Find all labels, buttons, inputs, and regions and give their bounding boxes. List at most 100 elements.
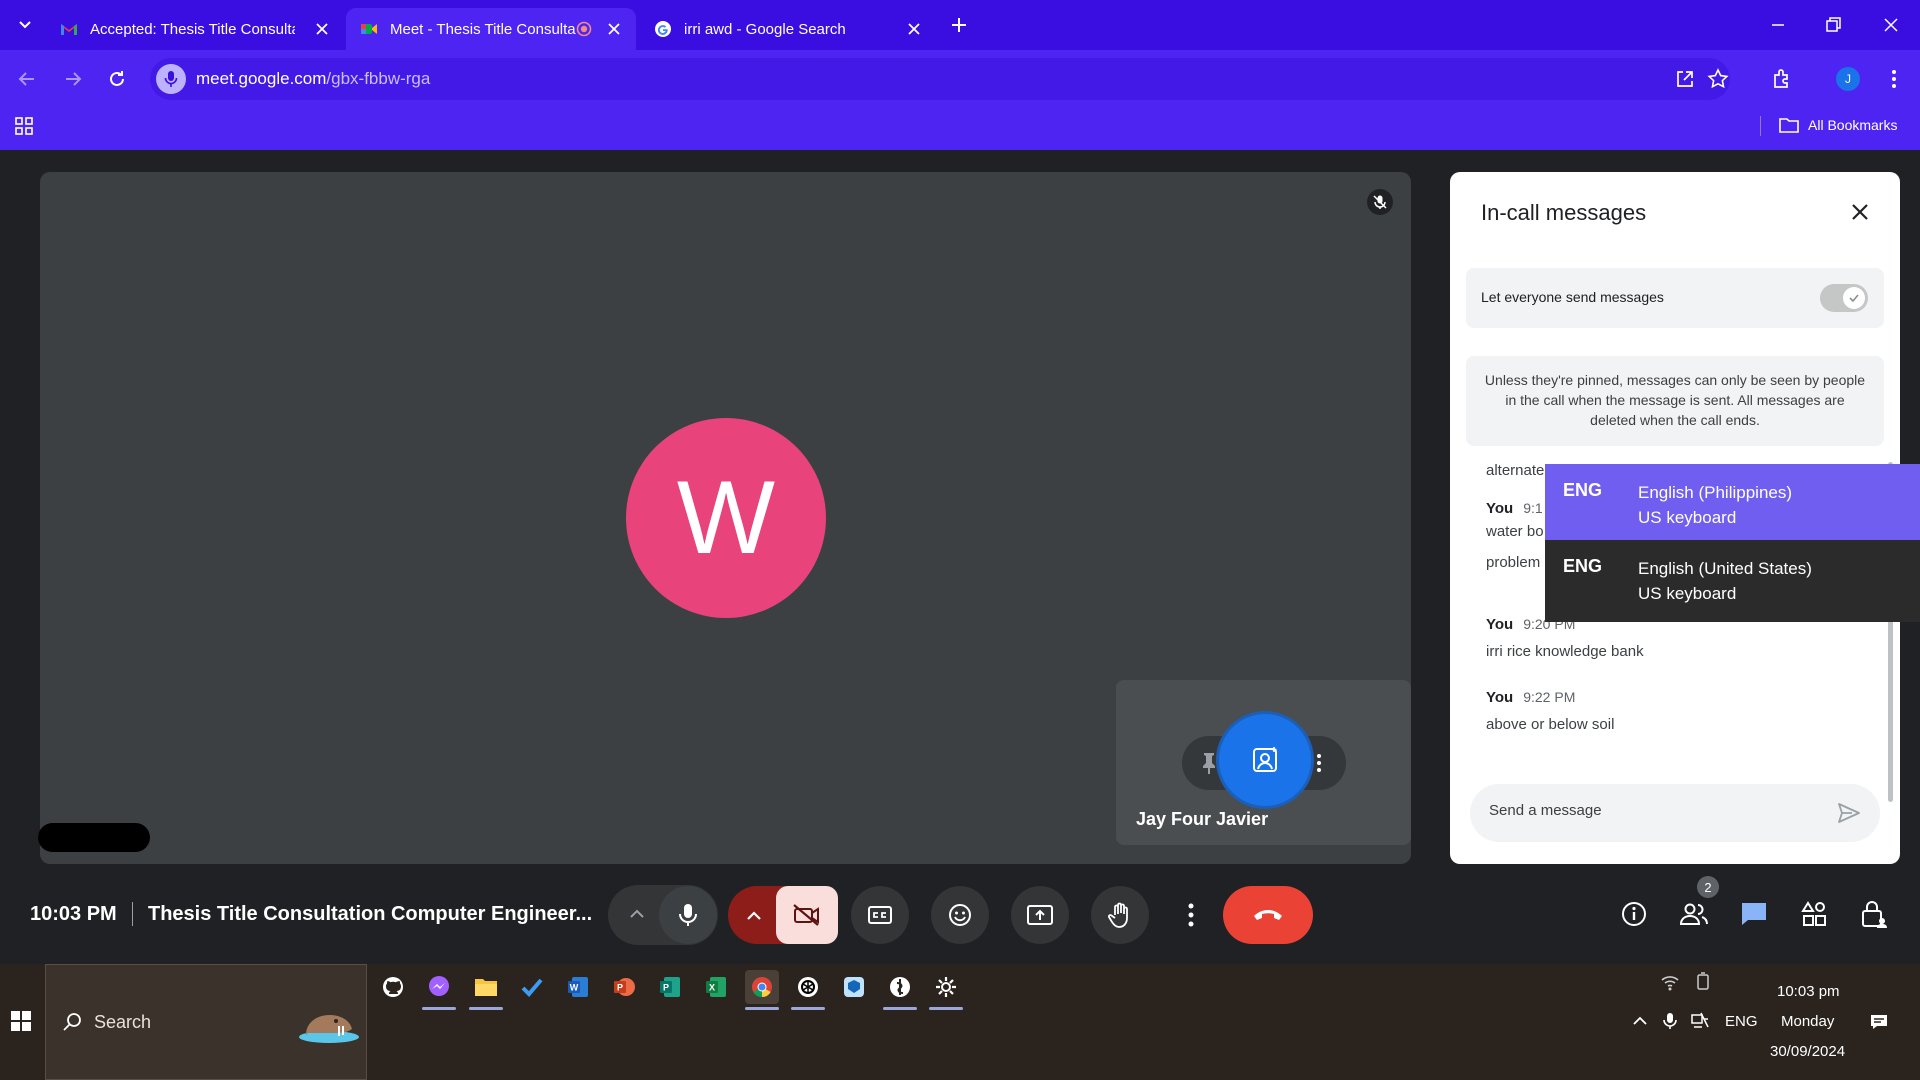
close-icon[interactable] xyxy=(1846,198,1874,226)
more-options-button[interactable] xyxy=(1176,898,1206,932)
tray-time[interactable]: 10:03 pm xyxy=(1777,983,1840,1000)
reactions-button[interactable] xyxy=(931,886,989,944)
github-icon xyxy=(383,977,403,997)
raise-hand-button[interactable] xyxy=(1091,886,1149,944)
people-button[interactable] xyxy=(1677,897,1711,931)
language-option[interactable]: ENG English (Philippines) US keyboard xyxy=(1545,464,1920,540)
chatgpt-icon xyxy=(798,977,818,997)
title-divider xyxy=(132,902,133,926)
pin-icon[interactable] xyxy=(1196,750,1222,776)
captions-button[interactable] xyxy=(851,886,909,944)
message-sender: You xyxy=(1486,689,1514,706)
activities-button[interactable] xyxy=(1797,897,1831,931)
taskbar-app-github[interactable] xyxy=(376,970,410,1004)
close-tab-icon[interactable] xyxy=(606,21,622,37)
captions-icon xyxy=(868,906,892,924)
bookmark-star-icon[interactable] xyxy=(1707,68,1729,90)
bookmarks-bar xyxy=(0,108,1920,150)
taskbar-search-box[interactable]: Search xyxy=(45,964,367,1080)
send-icon[interactable] xyxy=(1836,800,1862,826)
close-tab-icon[interactable] xyxy=(906,21,922,37)
close-window-icon[interactable] xyxy=(1880,14,1902,36)
show-hidden-icons-icon[interactable] xyxy=(1630,1011,1650,1031)
wifi-icon[interactable] xyxy=(1660,972,1680,992)
chrome-icon xyxy=(752,977,772,998)
network-icon[interactable] xyxy=(1690,1011,1710,1031)
bookmarks-divider xyxy=(1760,116,1761,136)
frame-yourself-button[interactable] xyxy=(1219,714,1311,806)
language-option[interactable]: ENG English (United States) US keyboard xyxy=(1545,540,1920,616)
lock-person-icon xyxy=(1862,901,1887,928)
tray-date[interactable]: 30/09/2024 xyxy=(1770,1043,1845,1060)
forward-icon[interactable] xyxy=(60,66,86,92)
site-info-button[interactable] xyxy=(156,64,186,94)
taskbar-app-messenger[interactable] xyxy=(422,970,456,1010)
taskbar-app-settings[interactable] xyxy=(929,970,963,1010)
input-language-flyout: ENG English (Philippines) US keyboard EN… xyxy=(1545,464,1920,622)
more-options-icon[interactable] xyxy=(1306,750,1332,776)
tab-search-button[interactable] xyxy=(10,10,40,40)
message-visibility-info: Unless they're pinned, messages can only… xyxy=(1466,356,1884,446)
meeting-clock: 10:03 PM xyxy=(30,903,117,925)
browser-menu-icon[interactable] xyxy=(1884,67,1904,91)
mic-off-icon xyxy=(1373,195,1387,209)
close-tab-icon[interactable] xyxy=(314,21,330,37)
chevron-up-icon[interactable] xyxy=(742,904,766,928)
leave-call-button[interactable] xyxy=(1223,886,1313,944)
taskbar-app-chatgpt[interactable] xyxy=(791,970,825,1010)
taskbar-app-publisher[interactable]: P xyxy=(653,970,687,1004)
taskbar-app-file-explorer[interactable] xyxy=(469,970,503,1010)
meeting-details-button[interactable] xyxy=(1617,897,1651,931)
tab-google-search[interactable]: irri awd - Google Search xyxy=(640,8,936,50)
new-tab-icon[interactable] xyxy=(948,14,970,36)
send-message-box xyxy=(1470,784,1880,842)
tray-day[interactable]: Monday xyxy=(1781,1013,1834,1030)
chevron-up-icon[interactable] xyxy=(626,903,648,925)
participant-avatar: W xyxy=(626,418,826,618)
battery-icon[interactable] xyxy=(1693,972,1713,992)
svg-text:P: P xyxy=(663,983,669,993)
profile-avatar[interactable]: J xyxy=(1836,67,1860,91)
taskbar-app-utility[interactable] xyxy=(883,970,917,1010)
taskbar-app-todo[interactable] xyxy=(515,970,549,1004)
extensions-icon[interactable] xyxy=(1770,67,1794,91)
reload-icon[interactable] xyxy=(104,66,130,92)
taskbar-app-remote[interactable] xyxy=(837,970,871,1004)
host-controls-button[interactable] xyxy=(1857,897,1891,931)
svg-text:W: W xyxy=(570,983,579,993)
microphone-in-use-icon[interactable] xyxy=(1660,1011,1680,1031)
message-text: above or below soil xyxy=(1486,716,1615,733)
apps-grid-icon[interactable] xyxy=(14,116,34,136)
tab-meet[interactable]: Meet - Thesis Title Consulta xyxy=(346,8,636,50)
toggle-knob xyxy=(1843,287,1865,309)
all-bookmarks-button[interactable]: All Bookmarks xyxy=(1778,116,1897,134)
microphone-icon xyxy=(679,904,697,926)
restore-icon[interactable] xyxy=(1822,14,1844,36)
taskbar-app-chrome[interactable] xyxy=(745,970,779,1010)
message-input[interactable] xyxy=(1489,802,1819,819)
language-code: ENG xyxy=(1563,480,1603,500)
let-everyone-send-toggle[interactable] xyxy=(1820,284,1868,312)
back-icon[interactable] xyxy=(14,66,40,92)
microphone-icon xyxy=(164,71,178,87)
camera-control-group xyxy=(728,886,838,944)
taskbar-app-word[interactable]: W xyxy=(561,970,595,1004)
minimize-icon[interactable] xyxy=(1767,14,1789,36)
redacted-name-label xyxy=(38,823,150,852)
notifications-icon[interactable] xyxy=(1869,1012,1889,1032)
microphone-button[interactable] xyxy=(659,886,717,944)
gmail-icon xyxy=(61,24,77,35)
recording-icon xyxy=(576,21,592,37)
chat-button[interactable] xyxy=(1737,897,1771,931)
present-screen-button[interactable] xyxy=(1011,886,1069,944)
omnibox[interactable]: meet.google.com/gbx-fbbw-rga xyxy=(150,58,1730,100)
camera-toggle-button[interactable] xyxy=(776,886,838,944)
tab-gmail[interactable]: Accepted: Thesis Title Consultat xyxy=(46,8,344,50)
input-language-indicator[interactable]: ENG xyxy=(1725,1013,1758,1030)
windows-start-icon[interactable] xyxy=(10,1010,32,1032)
taskbar-app-powerpoint[interactable]: P xyxy=(607,970,641,1004)
running-indicator xyxy=(883,1007,917,1010)
open-in-app-icon[interactable] xyxy=(1675,69,1695,89)
taskbar-app-excel[interactable]: X xyxy=(699,970,733,1004)
todo-check-icon xyxy=(521,978,543,997)
